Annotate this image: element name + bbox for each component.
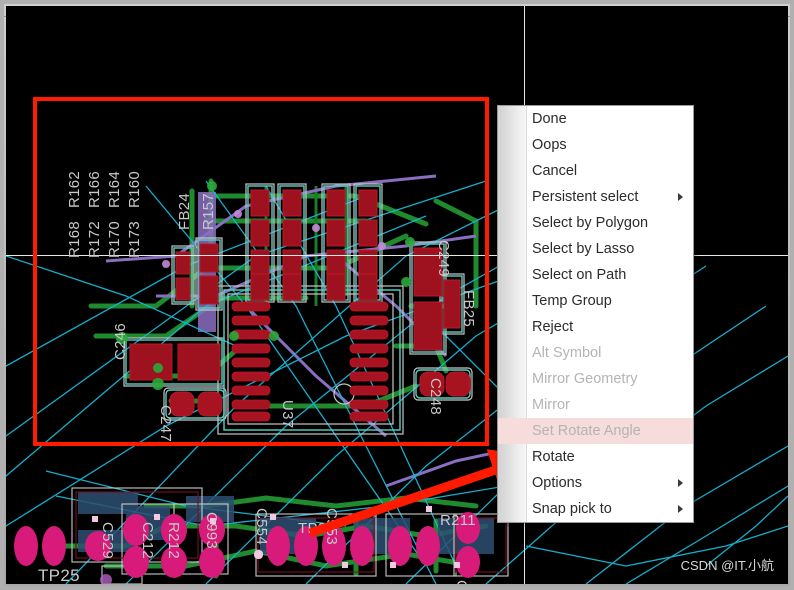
- menu-item-set-rotate-angle: Set Rotate Angle: [498, 418, 693, 444]
- menu-item-label: Mirror: [532, 396, 570, 413]
- menu-item-label: Oops: [532, 136, 567, 153]
- menu-item-label: Snap pick to: [532, 500, 612, 517]
- pcb-label-c246: C246: [112, 322, 129, 360]
- pcb-label-c993: C993: [203, 512, 220, 550]
- menu-item-label: Mirror Geometry: [532, 370, 638, 387]
- pcb-label-r168: R168: [66, 220, 83, 258]
- menu-item-label: Set Rotate Angle: [532, 422, 641, 439]
- menu-item-label: Persistent select: [532, 188, 639, 205]
- menu-item-persistent-select[interactable]: Persistent select: [498, 184, 693, 210]
- menu-item-reject[interactable]: Reject: [498, 314, 693, 340]
- menu-item-select-on-path[interactable]: Select on Path: [498, 262, 693, 288]
- pcb-label-r160: R160: [126, 170, 143, 208]
- menu-item-options[interactable]: Options: [498, 470, 693, 496]
- pcb-label-c212: C212: [139, 522, 156, 560]
- menu-item-mirror-geometry: Mirror Geometry: [498, 366, 693, 392]
- pcb-label-r164: R164: [106, 170, 123, 208]
- pcb-label-r173: R173: [126, 220, 143, 258]
- menu-item-cancel[interactable]: Cancel: [498, 158, 693, 184]
- pcb-label-c248: C248: [427, 378, 444, 416]
- menu-item-select-by-polygon[interactable]: Select by Polygon: [498, 210, 693, 236]
- menu-item-done[interactable]: Done: [498, 106, 693, 132]
- pcb-label-r170: R170: [106, 220, 123, 258]
- menu-item-label: Temp Group: [532, 292, 612, 309]
- menu-item-label: Options: [532, 474, 582, 491]
- menu-item-label: Select by Lasso: [532, 240, 635, 257]
- context-menu-items: Done Oops Cancel Persistent select Select by…: [498, 106, 693, 522]
- pcb-label-c247: C247: [157, 405, 174, 443]
- menu-item-label: Select on Path: [532, 266, 627, 283]
- pcb-label-tp25: TP25: [38, 566, 80, 584]
- submenu-chevron-right-icon: [673, 504, 683, 514]
- pcb-label-c249: C249: [435, 240, 452, 278]
- menu-item-select-by-lasso[interactable]: Select by Lasso: [498, 236, 693, 262]
- menu-item-oops[interactable]: Oops: [498, 132, 693, 158]
- pcb-label-r162: R162: [66, 170, 83, 208]
- menu-item-label: Cancel: [532, 162, 578, 179]
- pcb-label-c554: C554: [253, 508, 270, 546]
- selection-rectangle: [33, 97, 489, 446]
- menu-item-label: Done: [532, 110, 567, 127]
- pcb-label-r212: R212: [165, 522, 182, 560]
- application-window: R168 R162 R172 R166 R170 R164 R173 R160 FB24 R157…: [0, 0, 794, 590]
- pcb-label-r172: R172: [86, 220, 103, 258]
- pcb-label-c552: C552: [453, 580, 470, 584]
- submenu-chevron-right-icon: [673, 192, 683, 202]
- menu-item-mirror: Mirror: [498, 392, 693, 418]
- menu-item-label: Select by Polygon: [532, 214, 649, 231]
- menu-item-alt-symbol: Alt Symbol: [498, 340, 693, 366]
- menu-item-temp-group[interactable]: Temp Group: [498, 288, 693, 314]
- submenu-chevron-right-icon: [673, 478, 683, 488]
- context-menu[interactable]: Done Oops Cancel Persistent select Select by…: [497, 105, 694, 523]
- pcb-label-r157: R157: [200, 192, 217, 230]
- menu-item-snap-pick-to[interactable]: Snap pick to: [498, 496, 693, 522]
- menu-item-label: Rotate: [532, 448, 575, 465]
- watermark-text: CSDN @IT.小航: [680, 558, 774, 573]
- pcb-label-fb25: FB25: [460, 290, 477, 328]
- menu-item-label: Reject: [532, 318, 574, 335]
- pcb-label-u37: U37: [279, 400, 296, 429]
- pcb-label-fb24: FB24: [176, 192, 193, 230]
- pcb-label-r166: R166: [86, 170, 103, 208]
- pcb-label-c529: C529: [99, 522, 116, 560]
- menu-item-rotate[interactable]: Rotate: [498, 444, 693, 470]
- pcb-label-r211: R211: [440, 512, 476, 529]
- pcb-label-tp24: TP24: [298, 520, 336, 537]
- menu-item-label: Alt Symbol: [532, 344, 602, 361]
